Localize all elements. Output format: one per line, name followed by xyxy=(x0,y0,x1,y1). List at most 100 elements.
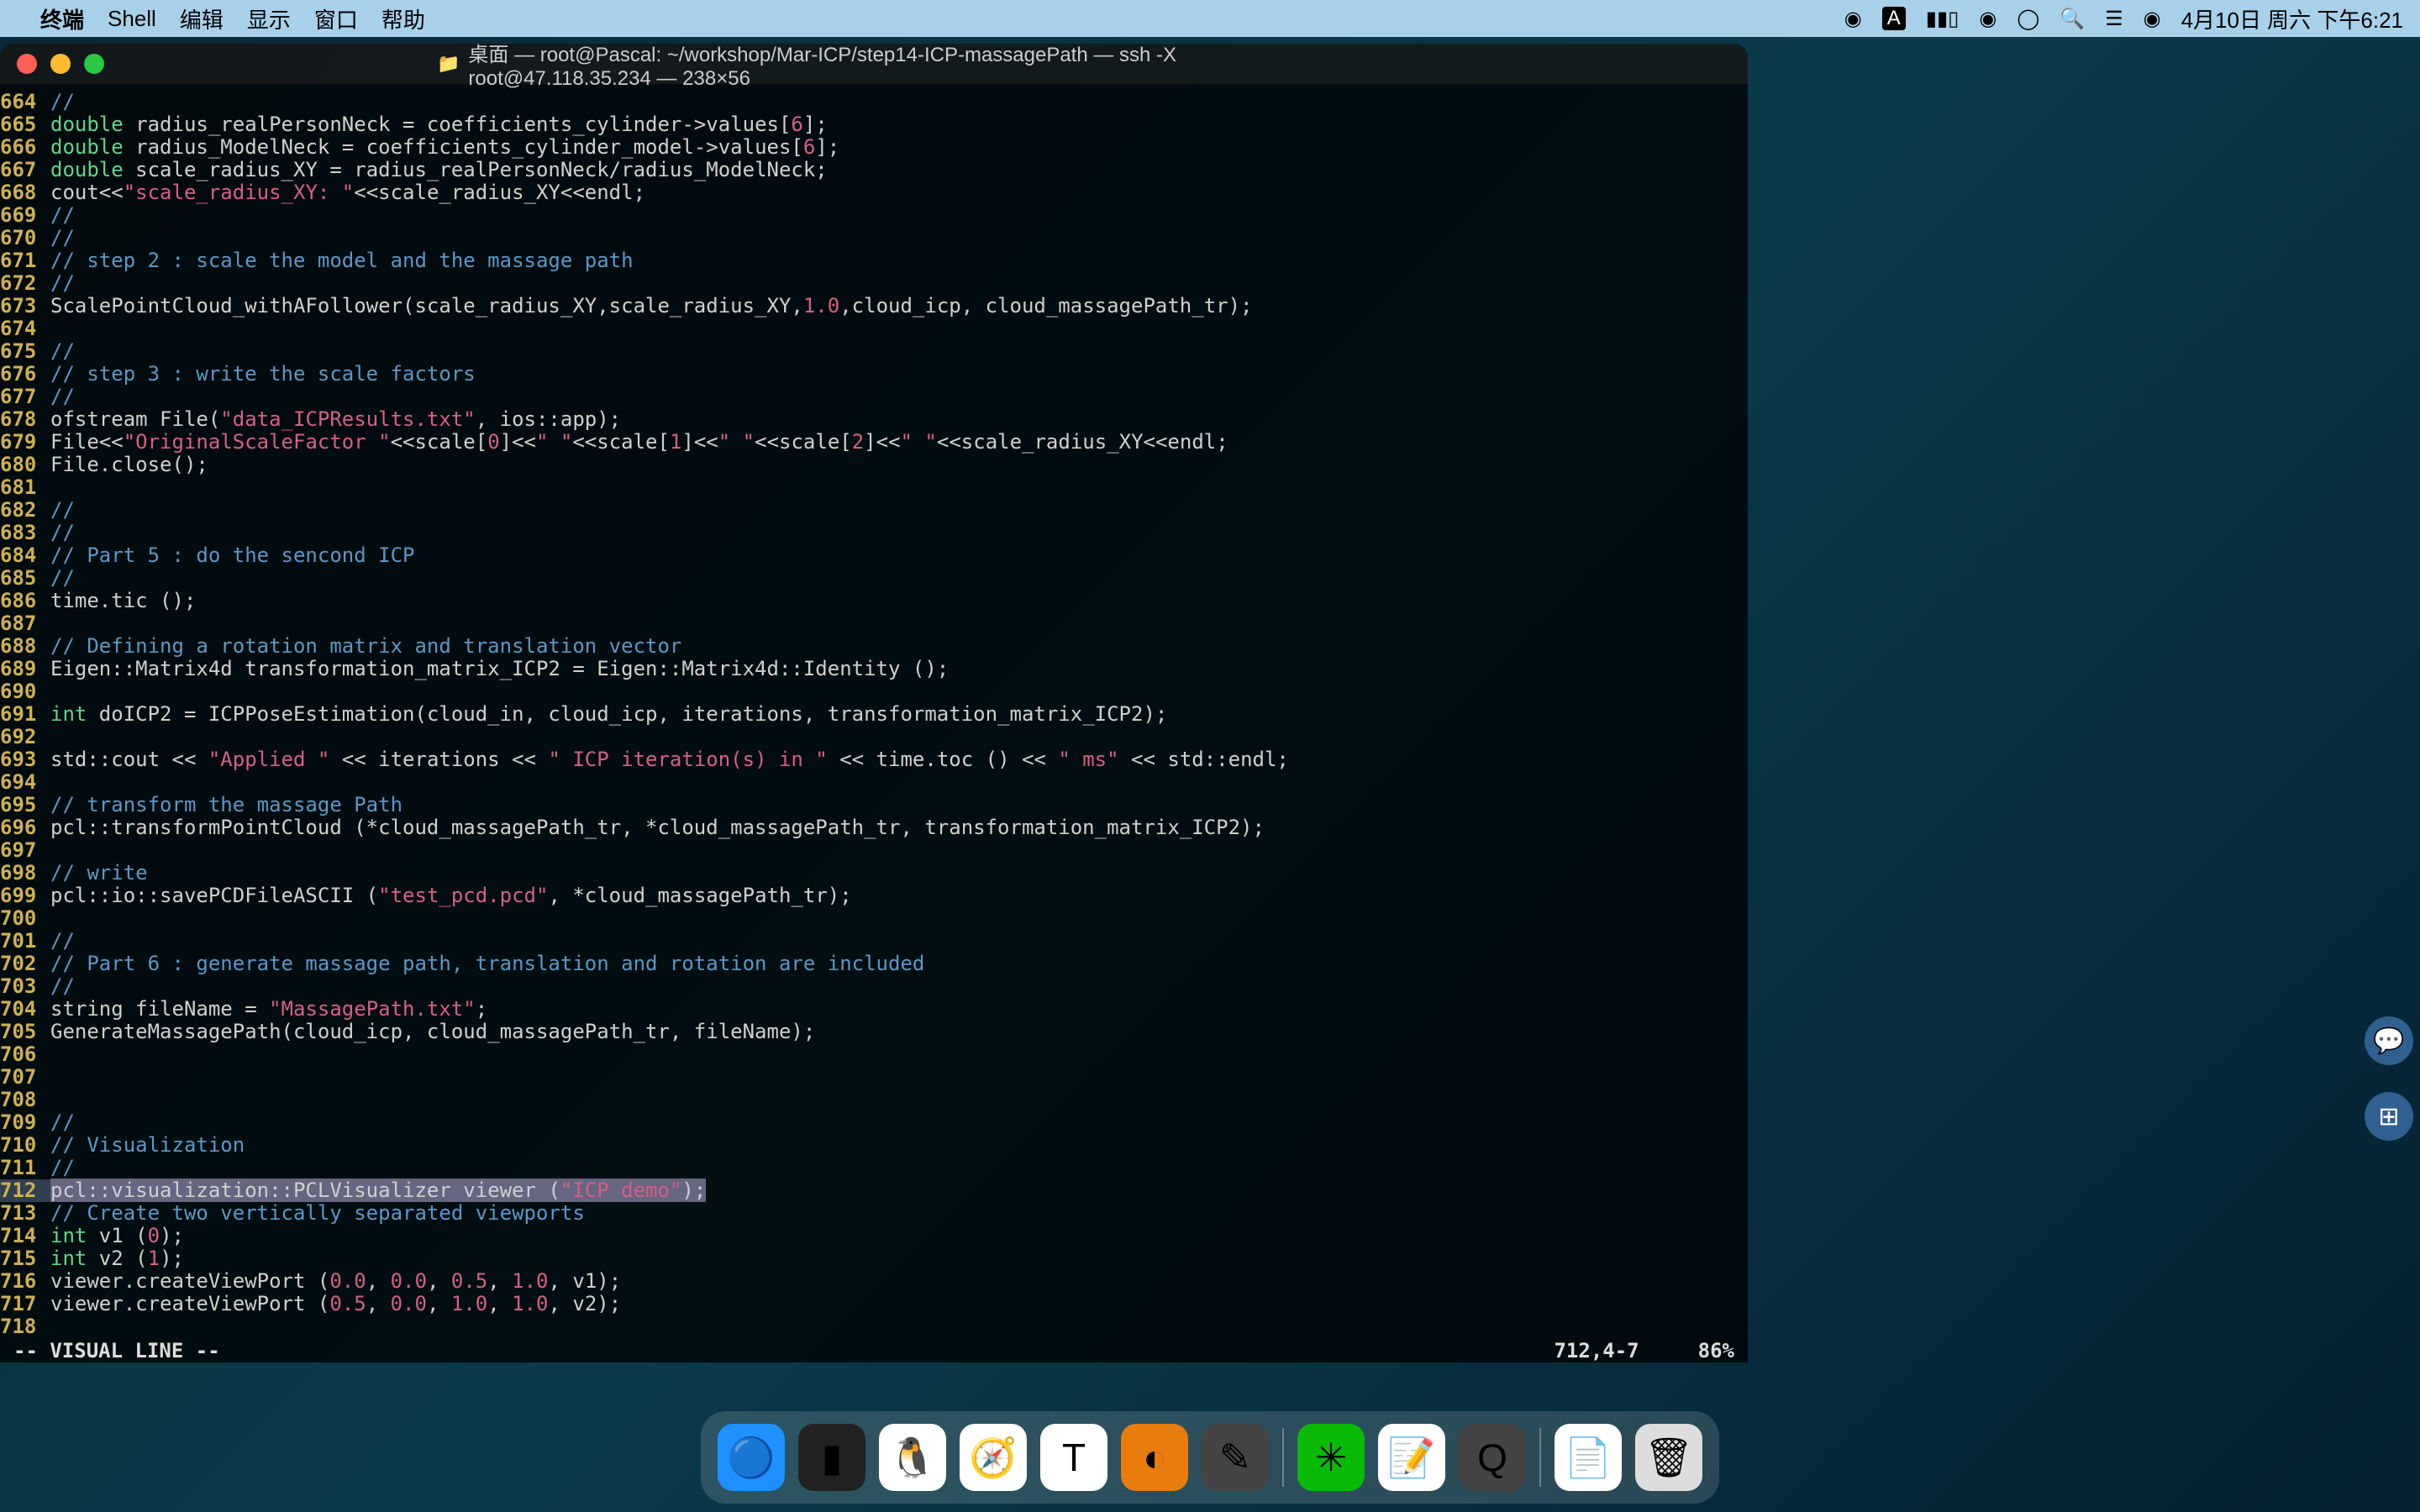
code-line[interactable]: 712pcl::visualization::PCLVisualizer vie… xyxy=(0,1179,1748,1202)
code-line[interactable]: 695// transform the massage Path xyxy=(0,794,1748,816)
code-line[interactable]: 664// xyxy=(0,91,1748,113)
code-line[interactable]: 698// write xyxy=(0,862,1748,885)
code-line[interactable]: 716viewer.createViewPort (0.0, 0.0, 0.5,… xyxy=(0,1270,1748,1293)
code-line[interactable]: 694 xyxy=(0,771,1748,794)
code-line[interactable]: 688// Defining a rotation matrix and tra… xyxy=(0,635,1748,658)
input-method-icon[interactable]: A xyxy=(1882,7,1906,30)
code-line[interactable]: 676// step 3 : write the scale factors xyxy=(0,363,1748,386)
code-line[interactable]: 689Eigen::Matrix4d transformation_matrix… xyxy=(0,658,1748,680)
app-menu[interactable]: 终端 xyxy=(40,3,84,34)
code-line[interactable]: 670// xyxy=(0,227,1748,249)
user-icon[interactable]: ◯ xyxy=(2017,7,2039,31)
code-line[interactable]: 665double radius_realPersonNeck = coeffi… xyxy=(0,113,1748,136)
chat-badge-icon[interactable]: 💬 xyxy=(2365,1016,2413,1065)
dock-item-wechat[interactable]: ✳ xyxy=(1297,1424,1365,1491)
dock-item-qq[interactable]: 🐧 xyxy=(879,1424,946,1491)
code-line[interactable]: 708 xyxy=(0,1089,1748,1111)
code-line[interactable]: 710// Visualization xyxy=(0,1134,1748,1157)
menubar-clock[interactable]: 4月10日 周六 下午6:21 xyxy=(2181,3,2403,34)
code-line[interactable]: 715int v2 (1); xyxy=(0,1247,1748,1270)
vim-mode: -- VISUAL LINE -- xyxy=(13,1339,220,1362)
dock-item-quicktime[interactable]: Q xyxy=(1459,1424,1526,1491)
code-line[interactable]: 693std::cout << "Applied " << iterations… xyxy=(0,748,1748,771)
code-line[interactable]: 714int v1 (0); xyxy=(0,1225,1748,1247)
code-line[interactable]: 678ofstream File("data_ICPResults.txt", … xyxy=(0,408,1748,431)
code-text: int v2 (1); xyxy=(50,1247,1748,1270)
minimize-button[interactable] xyxy=(50,54,71,74)
dock-item-markdown[interactable]: ✎ xyxy=(1202,1424,1269,1491)
menu-window[interactable]: 窗口 xyxy=(314,3,358,34)
code-line[interactable]: 702// Part 6 : generate massage path, tr… xyxy=(0,953,1748,975)
vim-status-line: -- VISUAL LINE -- 712,4-7 86% xyxy=(0,1339,1748,1362)
code-text: double radius_ModelNeck = coefficients_c… xyxy=(50,136,1748,159)
code-line[interactable]: 692 xyxy=(0,726,1748,748)
code-line[interactable]: 707 xyxy=(0,1066,1748,1089)
code-line[interactable]: 705GenerateMassagePath(cloud_icp, cloud_… xyxy=(0,1021,1748,1043)
code-line[interactable]: 704string fileName = "MassagePath.txt"; xyxy=(0,998,1748,1021)
code-line[interactable]: 681 xyxy=(0,476,1748,499)
battery-icon[interactable]: ▮▮▯ xyxy=(1926,7,1960,31)
line-number: 681 xyxy=(0,476,50,499)
code-line[interactable]: 673ScalePointCloud_withAFollower(scale_r… xyxy=(0,295,1748,318)
menu-edit[interactable]: 编辑 xyxy=(180,3,224,34)
dock-item-notes[interactable]: 📝 xyxy=(1378,1424,1445,1491)
code-line[interactable]: 686time.tic (); xyxy=(0,590,1748,612)
code-line[interactable]: 699pcl::io::savePCDFileASCII ("test_pcd.… xyxy=(0,885,1748,907)
code-line[interactable]: 677// xyxy=(0,386,1748,408)
code-line[interactable]: 691int doICP2 = ICPPoseEstimation(cloud_… xyxy=(0,703,1748,726)
code-line[interactable]: 680File.close(); xyxy=(0,454,1748,476)
code-line[interactable]: 675// xyxy=(0,340,1748,363)
code-line[interactable]: 672// xyxy=(0,272,1748,295)
code-line[interactable]: 703// xyxy=(0,975,1748,998)
code-line[interactable]: 669// xyxy=(0,204,1748,227)
menu-shell[interactable]: Shell xyxy=(108,6,156,32)
siri-icon[interactable]: ◉ xyxy=(2144,7,2161,31)
dock-item-finder[interactable]: 🔵 xyxy=(718,1424,785,1491)
code-line[interactable]: 706 xyxy=(0,1043,1748,1066)
menu-view[interactable]: 显示 xyxy=(247,3,291,34)
code-line[interactable]: 671// step 2 : scale the model and the m… xyxy=(0,249,1748,272)
line-number: 672 xyxy=(0,272,50,295)
line-number: 680 xyxy=(0,454,50,476)
code-line[interactable]: 701// xyxy=(0,930,1748,953)
code-line[interactable]: 697 xyxy=(0,839,1748,862)
dock-item-textedit[interactable]: T xyxy=(1040,1424,1107,1491)
wifi-icon[interactable]: ◉ xyxy=(1979,7,1996,31)
code-editor[interactable]: 664//665double radius_realPersonNeck = c… xyxy=(0,84,1748,1345)
code-line[interactable]: 668cout<<"scale_radius_XY: "<<scale_radi… xyxy=(0,181,1748,204)
dock-item-safari[interactable]: 🧭 xyxy=(960,1424,1027,1491)
grid-badge-icon[interactable]: ⊞ xyxy=(2365,1092,2413,1141)
code-line[interactable]: 718 xyxy=(0,1315,1748,1338)
control-center-icon[interactable]: ☰ xyxy=(2105,7,2123,31)
code-line[interactable]: 685// xyxy=(0,567,1748,590)
dock-item-file[interactable]: 📄 xyxy=(1555,1424,1622,1491)
dock-item-blender[interactable]: ◐ xyxy=(1121,1424,1188,1491)
code-line[interactable]: 679File<<"OriginalScaleFactor "<<scale[0… xyxy=(0,431,1748,454)
zoom-button[interactable] xyxy=(84,54,104,74)
code-line[interactable]: 684// Part 5 : do the sencond ICP xyxy=(0,544,1748,567)
code-line[interactable]: 682// xyxy=(0,499,1748,522)
code-line[interactable]: 687 xyxy=(0,612,1748,635)
code-line[interactable]: 690 xyxy=(0,680,1748,703)
code-line[interactable]: 717viewer.createViewPort (0.5, 0.0, 1.0,… xyxy=(0,1293,1748,1315)
code-line[interactable]: 700 xyxy=(0,907,1748,930)
code-line[interactable]: 709// xyxy=(0,1111,1748,1134)
code-line[interactable]: 683// xyxy=(0,522,1748,544)
code-line[interactable]: 674 xyxy=(0,318,1748,340)
code-line[interactable]: 713// Create two vertically separated vi… xyxy=(0,1202,1748,1225)
code-line[interactable]: 666double radius_ModelNeck = coefficient… xyxy=(0,136,1748,159)
code-line[interactable]: 696pcl::transformPointCloud (*cloud_mass… xyxy=(0,816,1748,839)
code-line[interactable]: 667double scale_radius_XY = radius_realP… xyxy=(0,159,1748,181)
close-button[interactable] xyxy=(17,54,37,74)
spotlight-icon[interactable]: 🔍 xyxy=(2060,7,2085,31)
code-line[interactable]: 711// xyxy=(0,1157,1748,1179)
menu-help[interactable]: 帮助 xyxy=(381,3,425,34)
scroll-percent: 86% xyxy=(1698,1339,1734,1362)
dock-item-terminal[interactable]: ▮ xyxy=(798,1424,865,1491)
line-number: 714 xyxy=(0,1225,50,1247)
line-number: 718 xyxy=(0,1315,50,1338)
dock-item-trash[interactable]: 🗑 xyxy=(1635,1424,1702,1491)
window-titlebar[interactable]: 📁 桌面 — root@Pascal: ~/workshop/Mar-ICP/s… xyxy=(0,44,1748,84)
code-text: // Part 6 : generate massage path, trans… xyxy=(50,953,1748,975)
screen-record-icon[interactable]: ◉ xyxy=(1844,7,1862,31)
